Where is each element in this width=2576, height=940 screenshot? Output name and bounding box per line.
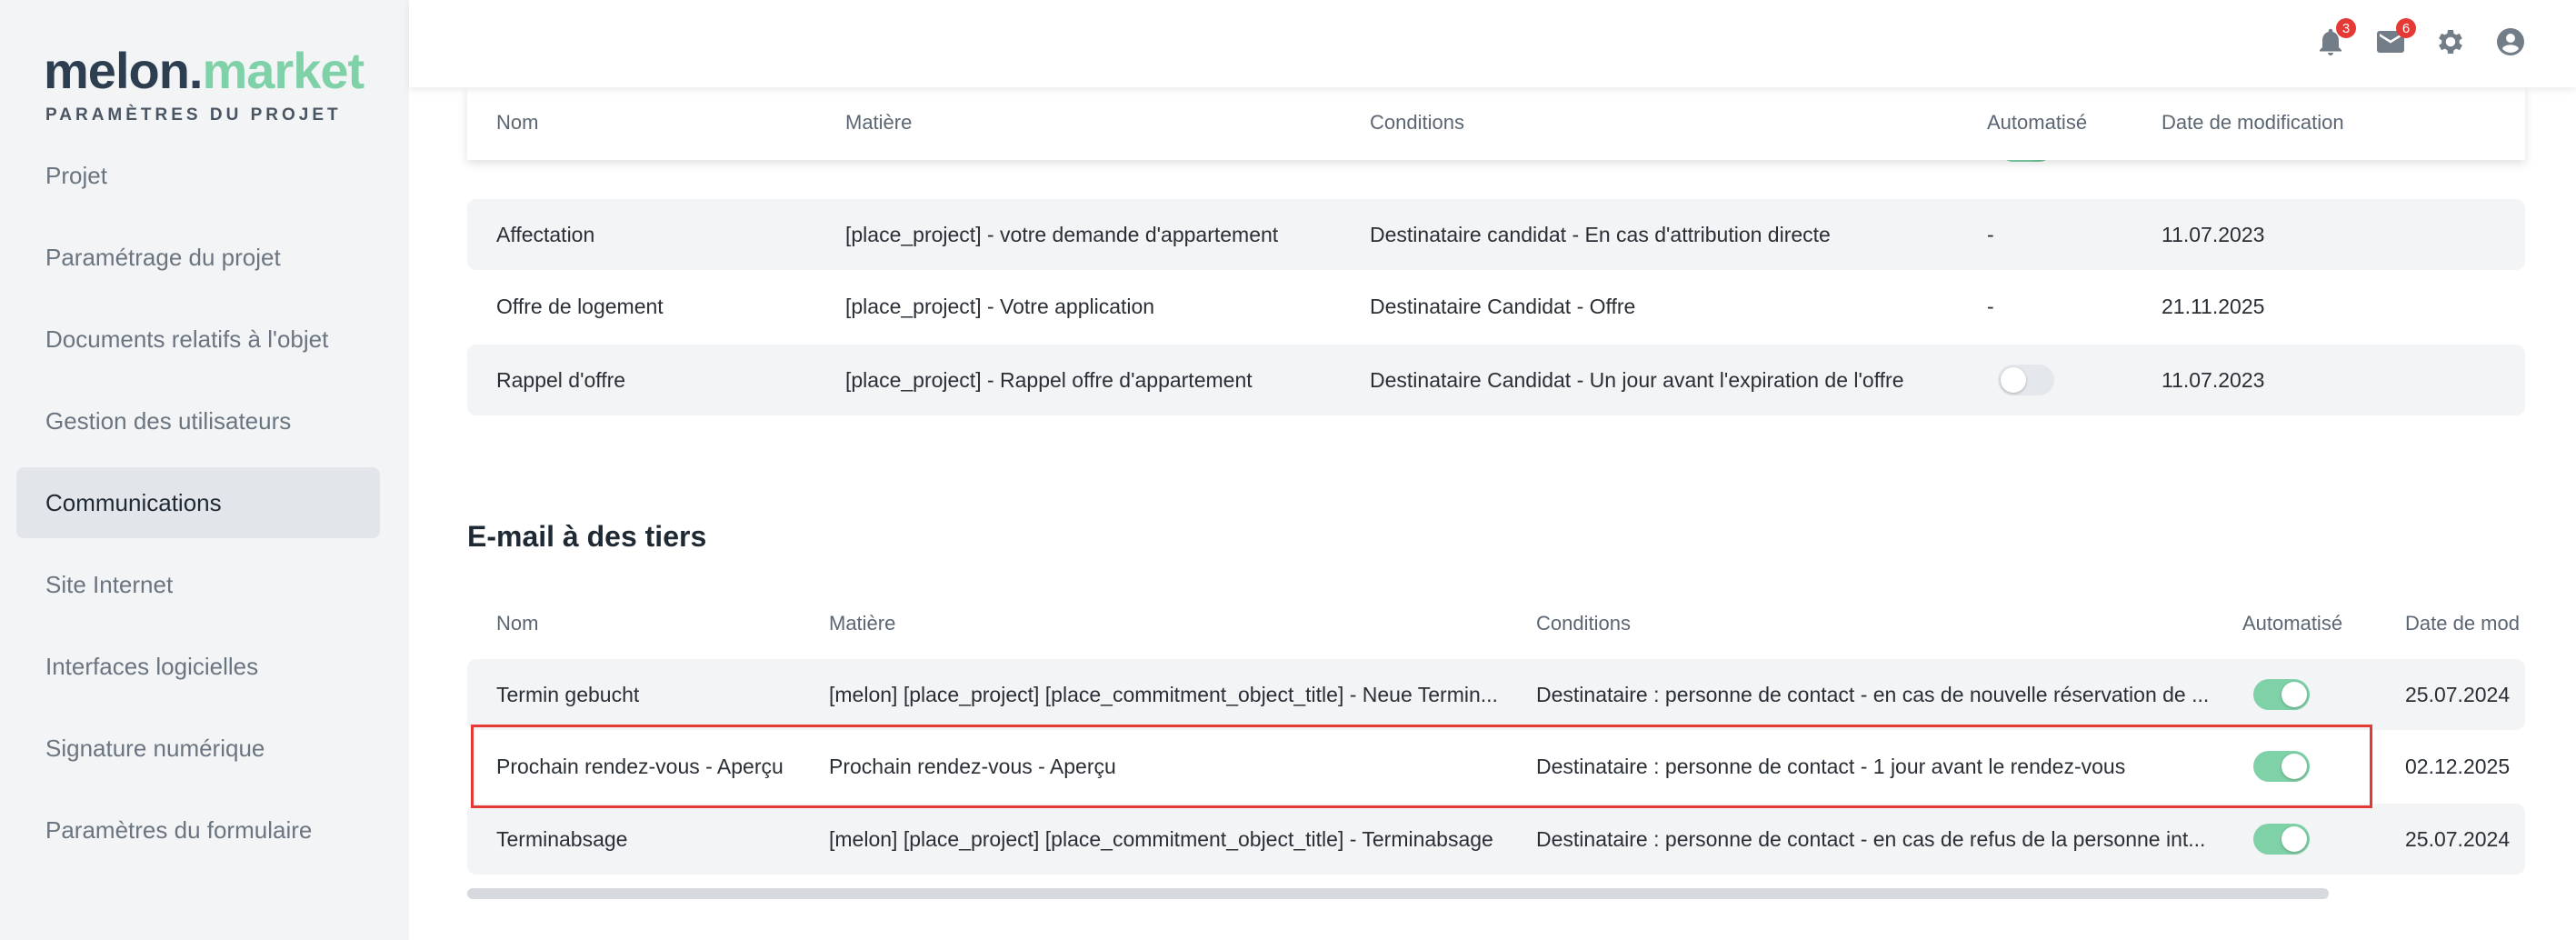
- cell-date: 25.07.2024: [2405, 826, 2511, 851]
- settings-button[interactable]: [2431, 22, 2471, 62]
- cell-date: 21.11.2025: [2162, 294, 2265, 318]
- automated-toggle[interactable]: [1998, 365, 2054, 395]
- cell-name: Termin gebucht: [496, 682, 640, 706]
- cell-automated: -: [1987, 222, 1994, 246]
- sidebar-item-documents[interactable]: Documents relatifs à l'objet: [16, 304, 380, 375]
- automated-toggle[interactable]: [2253, 824, 2310, 855]
- cell-date: 02.12.2025: [2405, 754, 2511, 778]
- cell-date: 11.07.2023: [2162, 222, 2265, 246]
- notifications-badge: 3: [2336, 18, 2356, 38]
- cell-automated: [2253, 731, 2310, 802]
- cell-automated: [2253, 659, 2310, 730]
- logo[interactable]: melon.market: [44, 40, 364, 102]
- cell-conditions: Destinataire Candidat - Offre: [1370, 294, 1636, 318]
- top-bar: 3 6: [409, 0, 2576, 87]
- col-header-conditions[interactable]: Conditions: [1536, 612, 1631, 635]
- col-header-name[interactable]: Nom: [496, 111, 538, 135]
- section-title-third-party-email: E-mail à des tiers: [467, 520, 707, 553]
- col-header-date[interactable]: Date de modification: [2162, 111, 2344, 135]
- sidebar-item-parametrage[interactable]: Paramétrage du projet: [16, 222, 380, 293]
- sidebar-nav: Projet Paramétrage du projet Documents r…: [16, 140, 380, 876]
- cell-subject: [melon] [place_project] [place_commitmen…: [829, 826, 1493, 851]
- account-button[interactable]: [2491, 22, 2531, 62]
- cell-subject: [place_project] - votre demande d'appart…: [845, 222, 1279, 246]
- cell-date: 11.07.2023: [2162, 367, 2265, 392]
- gear-icon: [2439, 29, 2462, 55]
- automated-toggle[interactable]: [2253, 751, 2310, 782]
- sidebar-item-projet[interactable]: Projet: [16, 140, 380, 211]
- table-row[interactable]: Offre de logement [place_project] - Votr…: [467, 271, 2525, 342]
- user-icon: [2497, 28, 2524, 55]
- table-row[interactable]: Termin gebucht [melon] [place_project] […: [467, 659, 2525, 730]
- cell-subject: [place_project] - Votre application: [845, 294, 1155, 318]
- toggle-knob: [2281, 682, 2307, 707]
- col-header-automated[interactable]: Automatisé: [1987, 111, 2087, 135]
- sidebar-item-communications[interactable]: Communications: [16, 467, 380, 538]
- toggle-knob: [2281, 754, 2307, 779]
- cell-automated: -: [1987, 294, 1994, 318]
- cell-name: Offre de logement: [496, 294, 664, 318]
- cell-conditions: Destinataire : personne de contact - en …: [1536, 682, 2210, 706]
- messages-badge: 6: [2396, 18, 2416, 38]
- automated-toggle[interactable]: [2253, 679, 2310, 710]
- sidebar-item-formulaire[interactable]: Paramètres du formulaire: [16, 795, 380, 865]
- horizontal-scrollbar[interactable]: [467, 888, 2329, 899]
- col-header-date[interactable]: Date de mod: [2405, 612, 2525, 635]
- cell-name: Prochain rendez-vous - Aperçu: [496, 754, 784, 778]
- cell-name: Rappel d'offre: [496, 367, 626, 392]
- cell-name: Affectation: [496, 222, 595, 246]
- toggle-knob: [2001, 367, 2026, 393]
- cell-automated: [1998, 345, 2054, 415]
- top-icons: 3 6: [2311, 18, 2531, 62]
- cell-conditions: Destinataire : personne de contact - 1 j…: [1536, 754, 2126, 778]
- messages-button[interactable]: 6: [2371, 18, 2416, 62]
- cell-date: 25.07.2024: [2405, 682, 2511, 706]
- table-row[interactable]: Prochain rendez-vous - Aperçu Prochain r…: [467, 731, 2525, 802]
- table1-header: Nom Matière Conditions Automatisé Date d…: [467, 87, 2525, 160]
- cell-subject: [melon] [place_project] [place_commitmen…: [829, 682, 1498, 706]
- sidebar-item-signature[interactable]: Signature numérique: [16, 713, 380, 784]
- main-content: Nom Matière Conditions Automatisé Date d…: [409, 0, 2576, 940]
- col-header-name[interactable]: Nom: [496, 612, 538, 635]
- table-row[interactable]: Affectation [place_project] - votre dema…: [467, 199, 2525, 270]
- cell-subject: Prochain rendez-vous - Aperçu: [829, 754, 1116, 778]
- cell-conditions: Destinataire candidat - En cas d'attribu…: [1370, 222, 1831, 246]
- col-header-subject[interactable]: Matière: [829, 612, 895, 635]
- cell-subject: [place_project] - Rappel offre d'apparte…: [845, 367, 1253, 392]
- col-header-conditions[interactable]: Conditions: [1370, 111, 1464, 135]
- cell-conditions: Destinataire Candidat - Un jour avant l'…: [1370, 367, 1904, 392]
- sidebar-item-site-internet[interactable]: Site Internet: [16, 549, 380, 620]
- table-row[interactable]: Rappel d'offre [place_project] - Rappel …: [467, 345, 2525, 415]
- col-header-automated[interactable]: Automatisé: [2242, 612, 2342, 635]
- sidebar-item-interfaces[interactable]: Interfaces logicielles: [16, 631, 380, 702]
- cell-automated: [2253, 804, 2310, 875]
- cell-name: Terminabsage: [496, 826, 628, 851]
- cell-conditions: Destinataire : personne de contact - en …: [1536, 826, 2206, 851]
- sidebar-item-utilisateurs[interactable]: Gestion des utilisateurs: [16, 385, 380, 456]
- table-row[interactable]: Terminabsage [melon] [place_project] [pl…: [467, 804, 2525, 875]
- notifications-button[interactable]: 3: [2311, 18, 2356, 62]
- toggle-knob: [2281, 826, 2307, 852]
- sidebar-subtitle: PARAMÈTRES DU PROJET: [45, 105, 342, 125]
- sidebar: melon.market PARAMÈTRES DU PROJET Projet…: [0, 0, 409, 940]
- col-header-subject[interactable]: Matière: [845, 111, 912, 135]
